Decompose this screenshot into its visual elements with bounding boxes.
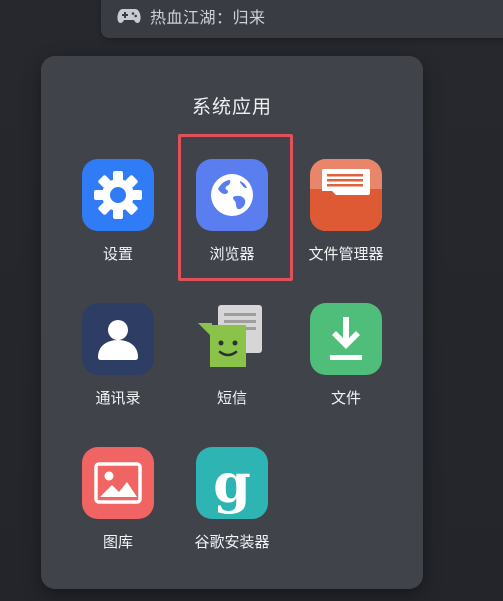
gallery-icon [82, 447, 154, 519]
globe-icon [196, 159, 268, 231]
app-label: 通讯录 [95, 389, 141, 407]
app-label: 设置 [102, 245, 133, 263]
panel-title: 系统应用 [191, 96, 272, 118]
file-manager-icon [310, 159, 382, 231]
download-icon [310, 303, 382, 375]
sms-icon [196, 303, 268, 375]
app-files[interactable]: 文件 [291, 303, 401, 413]
app-google-installer[interactable]: g 谷歌安装器 [177, 447, 287, 557]
app-label: 谷歌安装器 [194, 533, 270, 551]
app-label: 浏览器 [209, 245, 255, 263]
gear-icon [82, 159, 154, 231]
screen: 热血江湖：归来 系统应用 设置 浏览器 文件管理器 通讯录 短信 文件 图库 g… [0, 0, 503, 601]
app-gallery[interactable]: 图库 [63, 447, 173, 557]
app-label: 短信 [216, 389, 247, 407]
app-file-manager[interactable]: 文件管理器 [291, 159, 401, 269]
app-label: 文件管理器 [308, 245, 384, 263]
app-contacts[interactable]: 通讯录 [63, 303, 173, 413]
app-browser[interactable]: 浏览器 [177, 159, 287, 269]
game-notification-bar[interactable]: 热血江湖：归来 [101, 0, 503, 38]
google-installer-icon: g [196, 447, 268, 519]
google-installer-glyph: g [213, 451, 251, 515]
app-label: 图库 [102, 533, 133, 551]
app-label: 文件 [330, 389, 361, 407]
game-notification-title: 热血江湖：归来 [150, 8, 266, 27]
system-apps-panel: 系统应用 设置 浏览器 文件管理器 通讯录 短信 文件 图库 g 谷歌安装器 [41, 56, 423, 589]
app-sms[interactable]: 短信 [177, 303, 287, 413]
app-settings[interactable]: 设置 [63, 159, 173, 269]
gamepad-icon [117, 9, 141, 23]
contact-icon [82, 303, 154, 375]
